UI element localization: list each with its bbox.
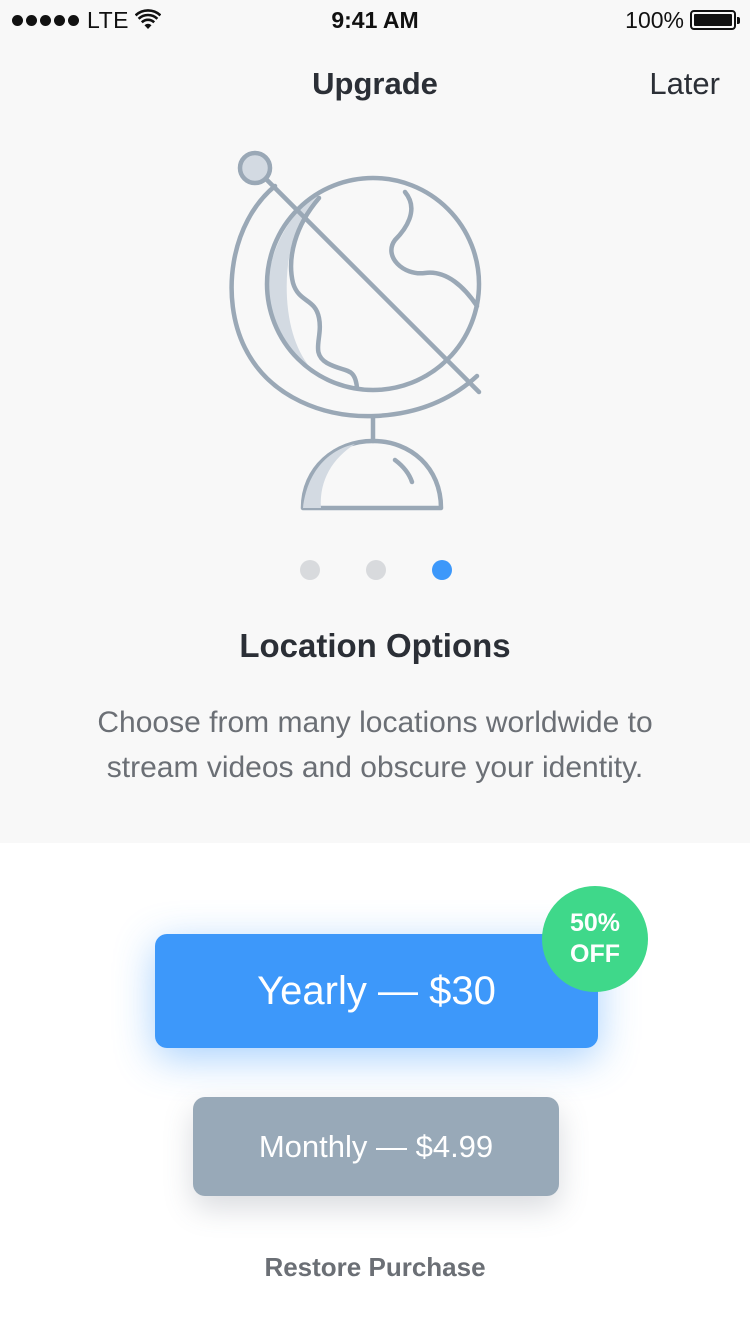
feature-description-line: Choose from many locations worldwide to: [97, 706, 653, 739]
discount-badge: 50% OFF: [542, 886, 648, 992]
page-title: Upgrade: [312, 66, 438, 101]
status-bar: LTE 9:41 AM 100%: [0, 0, 750, 40]
battery-percentage: 100%: [625, 6, 684, 33]
battery-icon: [690, 10, 740, 30]
yearly-plan-label: Yearly — $30: [257, 968, 496, 1013]
later-button[interactable]: Later: [649, 66, 720, 102]
status-right: 100%: [625, 6, 740, 33]
feature-title: Location Options: [239, 627, 511, 664]
page-dot-active[interactable]: [432, 560, 452, 580]
monthly-plan-button[interactable]: Monthly — $4.99: [193, 1097, 559, 1196]
restore-purchase-link[interactable]: Restore Purchase: [0, 1252, 750, 1283]
page-indicator: [0, 560, 750, 580]
discount-badge-off: OFF: [570, 940, 620, 968]
monthly-plan-label: Monthly — $4.99: [258, 1128, 494, 1164]
yearly-plan-button[interactable]: Yearly — $30: [155, 934, 598, 1048]
page-dot[interactable]: [300, 560, 320, 580]
feature-description-line: stream videos and obscure your identity.: [106, 751, 644, 784]
page-dot[interactable]: [366, 560, 386, 580]
globe-icon: [229, 150, 482, 511]
feature-description: Choose from many locations worldwide to …: [40, 700, 710, 790]
discount-badge-percent: 50%: [569, 909, 621, 937]
